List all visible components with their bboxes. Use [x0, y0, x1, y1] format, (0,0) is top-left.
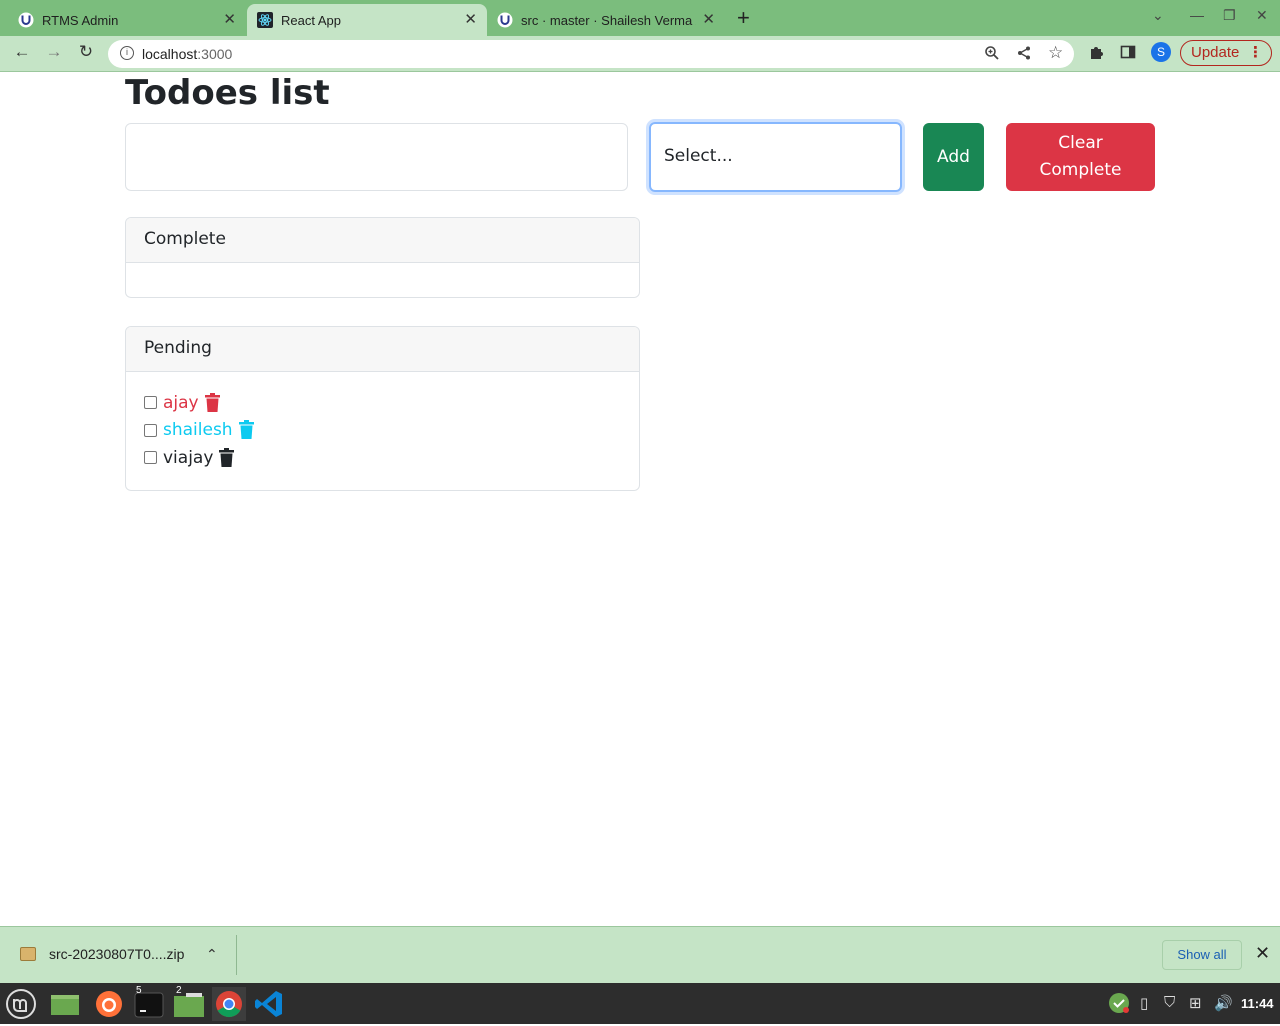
u-logo-icon: [497, 12, 513, 28]
clear-complete-label: Clear Complete: [1039, 133, 1122, 180]
u-logo-icon: [18, 12, 34, 28]
restore-icon[interactable]: ❐: [1223, 7, 1236, 24]
pending-card: Pending ajay shailesh viajay: [125, 326, 640, 491]
tab-title: RTMS Admin: [42, 12, 119, 28]
back-arrow-icon[interactable]: ←: [10, 42, 34, 62]
todo-item: ajay: [144, 389, 621, 417]
color-select[interactable]: Select...: [649, 122, 902, 192]
tab-react-app[interactable]: React App ✕: [247, 4, 487, 36]
bookmark-star-icon[interactable]: ☆: [1048, 43, 1063, 63]
site-info-icon[interactable]: i: [120, 46, 134, 60]
update-button[interactable]: Update ⋮: [1180, 40, 1272, 66]
trash-icon[interactable]: [204, 392, 221, 413]
show-all-button[interactable]: Show all: [1162, 940, 1242, 970]
tab-search-chevron-icon[interactable]: ⌄: [1152, 7, 1164, 24]
trash-icon[interactable]: [218, 447, 235, 468]
tab-src-master[interactable]: src · master · Shailesh Verma / ✕: [487, 4, 725, 36]
zip-file-icon: [20, 947, 36, 961]
todo-label: ajay: [163, 392, 199, 413]
security-shield-icon[interactable]: ⛉: [1164, 994, 1175, 1011]
pending-card-header: Pending: [126, 327, 639, 372]
volume-icon[interactable]: 🔊: [1214, 994, 1233, 1012]
download-filename: src-20230807T0....zip: [49, 946, 185, 962]
tab-strip: RTMS Admin ✕ React App ✕ src · master · …: [0, 0, 1280, 36]
complete-card: Complete: [125, 217, 640, 298]
react-logo-icon: [257, 12, 273, 28]
update-manager-shield-icon[interactable]: [1108, 992, 1130, 1018]
profile-avatar[interactable]: S: [1151, 42, 1171, 62]
divider: [236, 935, 237, 975]
close-icon[interactable]: ✕: [464, 10, 477, 28]
os-taskbar: 5 2 ▯ ⛉ ⊞ 🔊 11:44: [0, 983, 1280, 1024]
files-window-count: 2: [176, 985, 182, 996]
new-tab-plus-icon[interactable]: +: [737, 5, 750, 31]
complete-card-header: Complete: [126, 218, 639, 263]
terminal-window-count: 5: [136, 985, 142, 996]
show-desktop-icon[interactable]: [48, 987, 82, 1021]
todo-label: shailesh: [163, 420, 233, 441]
todo-checkbox[interactable]: [144, 396, 157, 410]
share-icon[interactable]: [1016, 45, 1032, 65]
update-label: Update: [1191, 44, 1240, 61]
close-icon[interactable]: ✕: [223, 10, 236, 28]
todo-checkbox[interactable]: [144, 423, 157, 437]
reload-icon[interactable]: ↻: [74, 42, 98, 62]
browser-toolbar: ← → ↻ i localhost:3000 ☆: [0, 36, 1280, 72]
clipboard-icon[interactable]: ▯: [1140, 994, 1148, 1012]
downloads-bar: src-20230807T0....zip ⌃ Show all ✕: [0, 926, 1280, 983]
pending-list: ajay shailesh viajay: [126, 372, 639, 489]
url-text: localhost:3000: [142, 46, 233, 62]
mint-menu-icon[interactable]: [4, 987, 38, 1021]
close-icon[interactable]: ✕: [1255, 943, 1270, 964]
clock[interactable]: 11:44: [1241, 996, 1274, 1011]
network-icon[interactable]: ⊞: [1189, 994, 1202, 1012]
vscode-icon[interactable]: [252, 987, 286, 1021]
todo-item: shailesh: [144, 417, 621, 445]
chrome-icon[interactable]: [212, 987, 246, 1021]
zoom-icon[interactable]: [984, 45, 1000, 65]
todo-checkbox[interactable]: [144, 451, 157, 465]
todo-item: viajay: [144, 444, 621, 472]
tab-title: React App: [281, 12, 341, 28]
firefox-icon[interactable]: [92, 987, 126, 1021]
kebab-menu-icon[interactable]: ⋮: [1248, 41, 1263, 65]
clear-complete-button[interactable]: Clear Complete: [1006, 123, 1155, 191]
window-close-icon[interactable]: ✕: [1256, 7, 1268, 24]
extensions-puzzle-icon[interactable]: [1088, 44, 1104, 64]
select-value: Select...: [664, 146, 733, 166]
minimize-icon[interactable]: —: [1190, 7, 1204, 23]
tab-rtms-admin[interactable]: RTMS Admin ✕: [8, 4, 246, 36]
chevron-up-icon[interactable]: ⌃: [206, 946, 218, 963]
todo-label: viajay: [163, 447, 214, 468]
side-panel-icon[interactable]: [1120, 44, 1136, 64]
download-item[interactable]: src-20230807T0....zip: [20, 946, 184, 962]
trash-icon[interactable]: [238, 420, 255, 440]
task-input[interactable]: [125, 123, 628, 191]
forward-arrow-icon[interactable]: →: [42, 42, 66, 62]
page-title: Todoes list: [125, 73, 330, 113]
page-content: Todoes list Select... Add Clear Complete…: [0, 72, 1280, 926]
close-icon[interactable]: ✕: [702, 10, 715, 28]
add-button[interactable]: Add: [923, 123, 984, 191]
add-button-label: Add: [937, 146, 970, 167]
tab-title: src · master · Shailesh Verma /: [521, 12, 696, 28]
address-bar[interactable]: i localhost:3000 ☆: [108, 40, 1074, 68]
